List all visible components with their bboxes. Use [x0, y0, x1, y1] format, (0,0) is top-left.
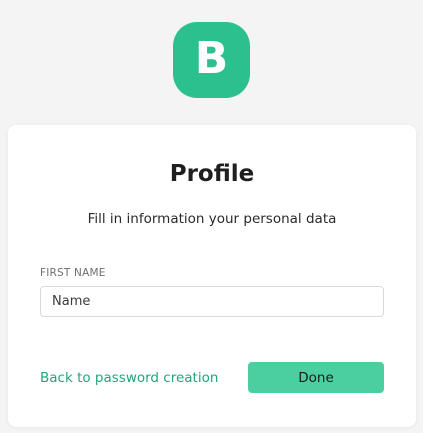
app-logo: B — [173, 22, 250, 98]
logo-letter: B — [194, 33, 229, 84]
first-name-input[interactable] — [40, 286, 384, 317]
first-name-label: FIRST NAME — [40, 267, 106, 279]
page-title: Profile — [169, 161, 255, 187]
back-to-password-link[interactable]: Back to password creation — [40, 370, 218, 386]
page-subtitle: Fill in information your personal data — [87, 211, 337, 227]
profile-card: Profile Fill in information your persona… — [8, 125, 416, 427]
profile-page: B Profile Fill in information your perso… — [0, 0, 423, 433]
done-button[interactable]: Done — [248, 362, 384, 393]
